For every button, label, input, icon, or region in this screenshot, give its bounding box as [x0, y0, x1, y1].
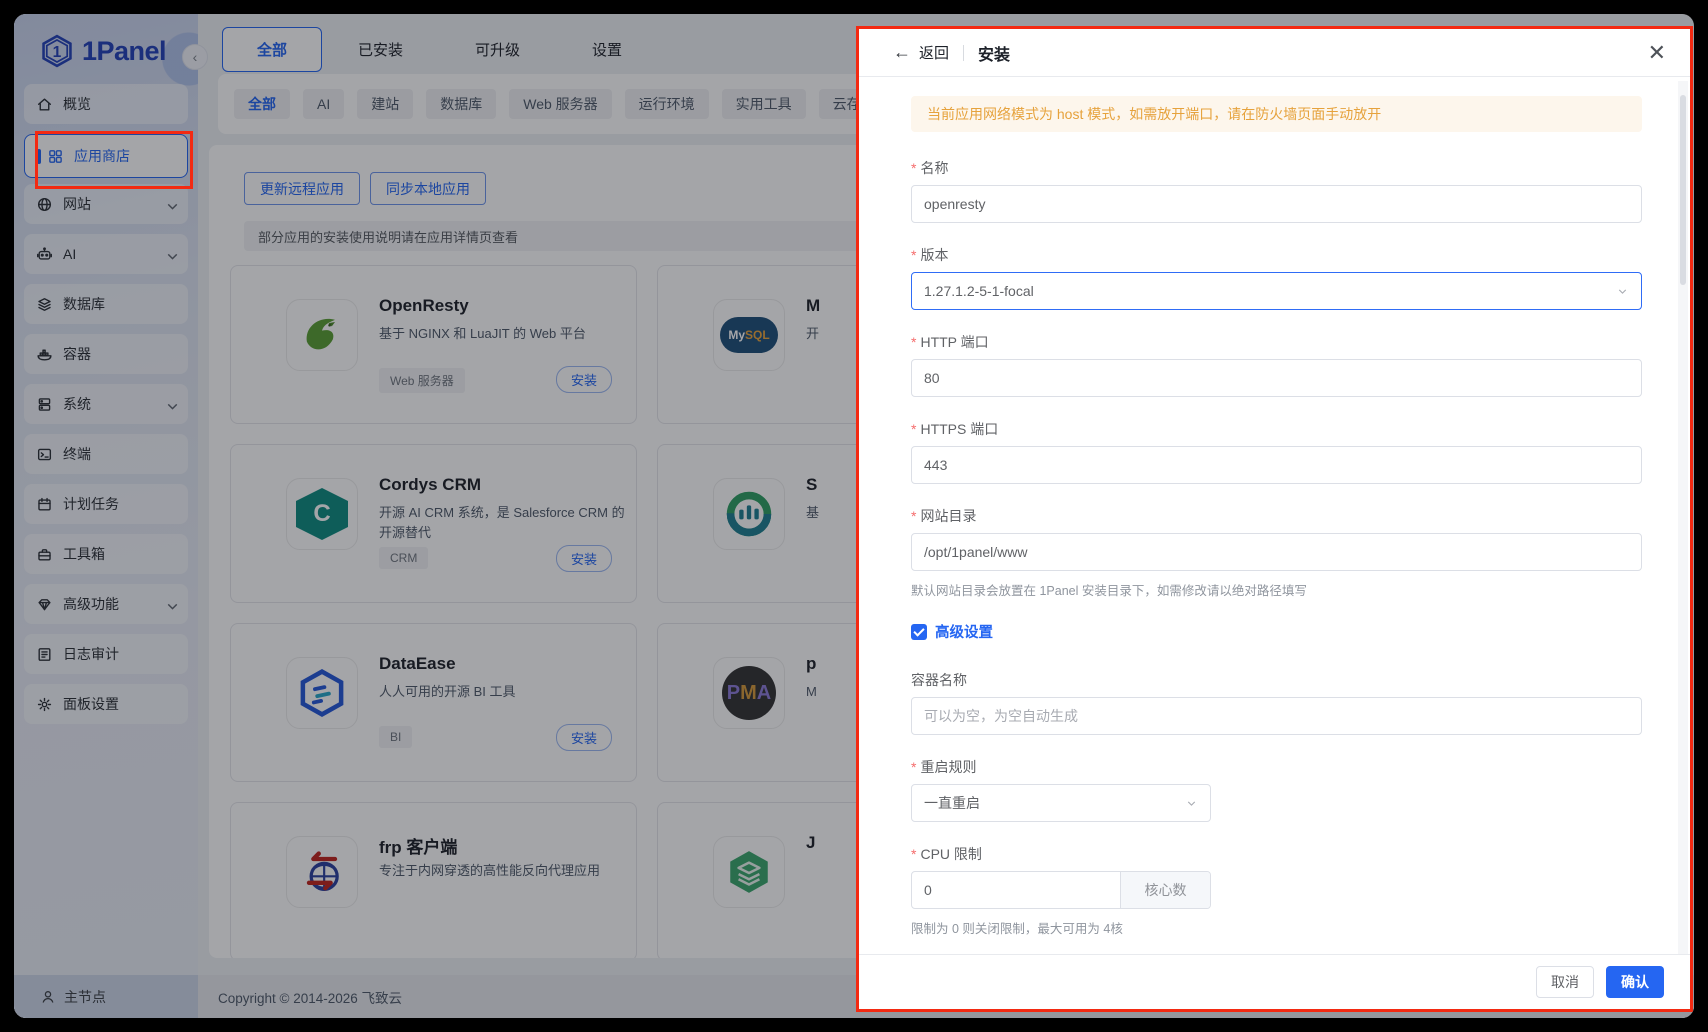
advanced-settings-checkbox[interactable]: 高级设置 [911, 621, 1642, 642]
field-网站目录: 网站目录/opt/1panel/www 默认网站目录会放置在 1Panel 安装目… [911, 506, 1642, 599]
field-label: 网站目录 [911, 506, 1642, 526]
field-unit: 核心数 [1120, 872, 1210, 908]
chevron-down-icon [1616, 285, 1629, 298]
field-label: CPU 限制 [911, 844, 1642, 864]
scrollbar-thumb[interactable] [1680, 95, 1686, 285]
field-HTTP 端口: HTTP 端口 80 [911, 332, 1642, 397]
field-hint: 默认网站目录会放置在 1Panel 安装目录下，如需修改请以绝对路径填写 [911, 580, 1642, 599]
field-value: 一直重启 [924, 793, 980, 813]
app-window: 1 1Panel ‹ 概览应用商店网站AI数据库容器系统终端计划任务工具箱高级功… [14, 14, 1694, 1018]
close-icon[interactable]: ✕ [1648, 42, 1666, 64]
install-drawer: ← 返回 安装 ✕ 当前应用网络模式为 host 模式，如需放开端口，请在防火墙… [856, 26, 1693, 1012]
install-form: 当前应用网络模式为 host 模式，如需放开端口，请在防火墙页面手动放开 名称 o… [859, 78, 1690, 955]
network-mode-warning: 当前应用网络模式为 host 模式，如需放开端口，请在防火墙页面手动放开 [911, 96, 1642, 132]
checkbox-label: 高级设置 [935, 621, 993, 642]
field-value: openresty [924, 196, 985, 212]
drawer-title: 安装 [978, 41, 1010, 65]
field-名称: 名称 openresty [911, 158, 1642, 223]
input-名称[interactable]: openresty [911, 185, 1642, 223]
select-重启规则[interactable]: 一直重启 [911, 784, 1211, 822]
field-label: HTTP 端口 [911, 332, 1642, 352]
field-label: 容器名称 [911, 670, 1642, 690]
back-arrow-icon[interactable]: ← [893, 42, 911, 63]
input-HTTP 端口[interactable]: 80 [911, 359, 1642, 397]
field-CPU 限制: CPU 限制 0核心数限制为 0 则关闭限制，最大可用为 4核 [911, 844, 1642, 937]
screenshot-frame: 1 1Panel ‹ 概览应用商店网站AI数据库容器系统终端计划任务工具箱高级功… [0, 0, 1708, 1032]
field-value: 1.27.1.2-5-1-focal [924, 283, 1034, 299]
back-button[interactable]: 返回 [919, 42, 949, 63]
field-label: 版本 [911, 245, 1642, 265]
checkbox-checked-icon [911, 624, 927, 640]
field-版本: 版本 1.27.1.2-5-1-focal [911, 245, 1642, 310]
drawer-footer: 取消 确认 [859, 954, 1690, 1009]
chevron-down-icon [1185, 797, 1198, 810]
drawer-header: ← 返回 安装 ✕ [859, 29, 1690, 77]
field-重启规则: 重启规则一直重启 [911, 757, 1642, 822]
field-HTTPS 端口: HTTPS 端口 443 [911, 419, 1642, 484]
field-label: 重启规则 [911, 757, 1642, 777]
field-label: HTTPS 端口 [911, 419, 1642, 439]
drawer-scrollbar [1678, 81, 1688, 1006]
confirm-button[interactable]: 确认 [1606, 966, 1664, 998]
annotation-box-app-store [35, 131, 193, 189]
field-value: 80 [924, 370, 940, 386]
field-hint: 限制为 0 则关闭限制，最大可用为 4核 [911, 918, 1642, 937]
input-容器名称[interactable]: 可以为空，为空自动生成 [911, 697, 1642, 735]
select-版本[interactable]: 1.27.1.2-5-1-focal [911, 272, 1642, 310]
field-value: /opt/1panel/www [924, 544, 1028, 560]
input-HTTPS 端口[interactable]: 443 [911, 446, 1642, 484]
input-group-CPU 限制[interactable]: 0核心数 [911, 871, 1211, 909]
field-label: 名称 [911, 158, 1642, 178]
cancel-button[interactable]: 取消 [1536, 966, 1594, 998]
header-divider [963, 45, 964, 61]
input-网站目录[interactable]: /opt/1panel/www [911, 533, 1642, 571]
field-容器名称: 容器名称可以为空，为空自动生成 [911, 670, 1642, 735]
form-fields: 名称 openresty 版本 1.27.1.2-5-1-focal HTTP 端口 80… [911, 158, 1642, 955]
field-value: 443 [924, 457, 947, 473]
field-placeholder: 可以为空，为空自动生成 [924, 706, 1078, 726]
field-value: 0 [912, 872, 1120, 908]
